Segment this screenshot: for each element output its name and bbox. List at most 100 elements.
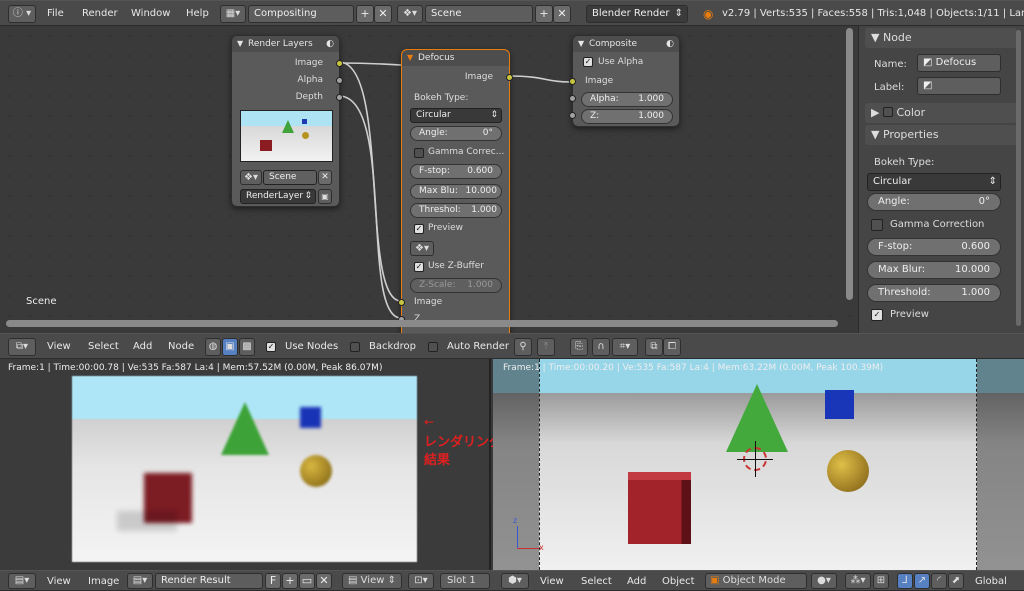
view3d-menu-object[interactable]: Object xyxy=(662,576,695,587)
color-checkbox[interactable] xyxy=(882,107,893,117)
shading-button[interactable]: ●▾ xyxy=(811,573,837,589)
add-scene-button[interactable]: + xyxy=(535,5,553,23)
use-nodes-checkbox[interactable]: ✓ xyxy=(266,342,276,352)
shader-tree-button[interactable]: ◍ xyxy=(205,338,221,356)
socket-composite-z-in[interactable] xyxy=(569,112,576,119)
scene-select-button[interactable]: ❖▾ xyxy=(397,5,423,23)
translate-button[interactable]: ↗ xyxy=(914,573,930,589)
image-editor[interactable]: Frame:1 | Time:00:00.78 | Ve:535 Fa:587 … xyxy=(0,359,502,570)
menu-help[interactable]: Help xyxy=(186,8,209,19)
add-screen-button[interactable]: + xyxy=(356,5,374,23)
scene-name-field[interactable]: Scene xyxy=(425,5,533,23)
socket-alpha-out[interactable] xyxy=(336,77,343,84)
orientation-label[interactable]: Global xyxy=(975,576,1007,587)
fake-user-button[interactable]: F xyxy=(265,573,281,589)
auto-render-checkbox[interactable] xyxy=(428,342,438,352)
scale-button[interactable]: ⬈ xyxy=(948,573,964,589)
scene-icon-button[interactable]: ❖▾ xyxy=(240,170,262,185)
vertical-scrollbar[interactable] xyxy=(846,28,853,300)
socket-image-out[interactable] xyxy=(336,60,343,67)
side-angle-field[interactable]: Angle: 0° xyxy=(867,193,1001,211)
color-panel-header[interactable]: ▶ Color xyxy=(865,103,1017,123)
image-menu-image[interactable]: Image xyxy=(88,576,119,587)
slot-select[interactable]: Slot 1 xyxy=(440,573,490,589)
side-gamma-checkbox[interactable] xyxy=(871,219,883,231)
menu-window[interactable]: Window xyxy=(131,8,170,19)
defocus-header[interactable]: ▼ Defocus xyxy=(402,50,509,66)
composite-alpha-field[interactable]: Alpha: 1.000 xyxy=(581,92,673,107)
side-threshold-field[interactable]: Threshold: 1.000 xyxy=(867,284,1001,302)
use-alpha-checkbox[interactable]: ✓ xyxy=(583,57,593,67)
render-layer-select[interactable]: RenderLayer ⇕ xyxy=(240,189,316,204)
node-label-field[interactable]: ◩ xyxy=(917,77,1001,95)
sidebar-scrollbar[interactable] xyxy=(1016,30,1021,326)
compositing-tree-button[interactable]: ▣ xyxy=(222,338,238,356)
render-layers-node[interactable]: ▼ Render Layers ◐ Image Alpha Depth ❖▾ Sce… xyxy=(231,35,343,207)
composite-z-field[interactable]: Z: 1.000 xyxy=(581,109,673,124)
mode-select[interactable]: ▣ Object Mode xyxy=(705,573,807,589)
render-button[interactable]: ▣ xyxy=(318,189,332,204)
3d-viewport[interactable]: Frame:1 | Time:00:00.20 | Ve:535 Fa:587 … xyxy=(493,359,1024,570)
manipulator-button[interactable]: ⅃ xyxy=(897,573,913,589)
parent-tree-button[interactable]: ⤒ xyxy=(537,338,555,356)
bokeh-type-select[interactable]: Circular ⇕ xyxy=(410,108,502,123)
unlink-image-button[interactable]: ✕ xyxy=(316,573,332,589)
gamma-checkbox[interactable] xyxy=(414,148,424,158)
image-name-field[interactable]: Render Result xyxy=(155,573,263,589)
menu-file[interactable]: File xyxy=(47,8,64,19)
image-menu-view[interactable]: View xyxy=(47,576,71,587)
socket-defocus-image-in[interactable] xyxy=(398,299,405,306)
remove-screen-button[interactable]: ✕ xyxy=(374,5,392,23)
node-menu-add[interactable]: Add xyxy=(133,341,152,352)
max-blur-field[interactable]: Max Blu: 10.000 xyxy=(410,184,502,199)
view3d-type-button[interactable]: ⬢▾ xyxy=(501,573,529,589)
editor-type-button[interactable]: ⧉▾ xyxy=(8,338,36,356)
threshold-field[interactable]: Threshol: 1.000 xyxy=(410,203,502,218)
composite-node[interactable]: ▼ Composite ◐ ✓ Use Alpha Image Alpha: 1.00… xyxy=(569,35,680,127)
view3d-menu-add[interactable]: Add xyxy=(627,576,646,587)
view-select[interactable]: ▤ View ⇕ xyxy=(342,573,402,589)
zscale-field[interactable]: Z-Scale: 1.000 xyxy=(410,278,502,293)
horizontal-scrollbar[interactable] xyxy=(6,320,838,327)
rotate-button[interactable]: ◜ xyxy=(931,573,947,589)
socket-defocus-out[interactable] xyxy=(506,74,513,81)
side-fstop-field[interactable]: F-stop: 0.600 xyxy=(867,238,1001,256)
pivot-button[interactable]: ⊡▾ xyxy=(408,573,434,589)
node-editor[interactable]: ▼ Render Layers ◐ Image Alpha Depth ❖▾ Sce… xyxy=(0,26,858,333)
render-layers-header[interactable]: ▼ Render Layers ◐ xyxy=(232,36,339,52)
side-preview-checkbox[interactable]: ✓ xyxy=(871,309,883,321)
clipboard-button[interactable]: ⧠ xyxy=(663,338,681,356)
defocus-node[interactable]: ▼ Defocus Image Bokeh Type: Circular ⇕ Ang… xyxy=(398,49,513,333)
node-name-field[interactable]: ◩ Defocus xyxy=(917,54,1001,72)
scene-link-button[interactable]: ❖▾ xyxy=(410,241,434,256)
info-editor-button[interactable]: ⓘ ▾ xyxy=(8,5,36,23)
side-maxblur-field[interactable]: Max Blur: 10.000 xyxy=(867,261,1001,279)
pivot-point-button[interactable]: ⁂▾ xyxy=(845,573,871,589)
open-image-button[interactable]: ▭ xyxy=(299,573,315,589)
new-image-button[interactable]: + xyxy=(282,573,298,589)
angle-field[interactable]: Angle: 0° xyxy=(410,126,502,141)
copy-nodes-button[interactable]: ⎘ xyxy=(570,338,588,356)
rl-scene-field[interactable]: Scene xyxy=(263,170,317,185)
properties-panel-header[interactable]: ▼ Properties xyxy=(865,125,1017,145)
backdrop-checkbox[interactable] xyxy=(350,342,360,352)
socket-depth-out[interactable] xyxy=(336,94,343,101)
menu-render[interactable]: Render xyxy=(82,8,118,19)
node-menu-node[interactable]: Node xyxy=(168,341,194,352)
node-menu-view[interactable]: View xyxy=(47,341,71,352)
view3d-menu-select[interactable]: Select xyxy=(581,576,612,587)
composite-header[interactable]: ▼ Composite ◐ xyxy=(573,36,679,52)
paste-nodes-button[interactable]: ⧉ xyxy=(645,338,663,356)
texture-tree-button[interactable]: ▩ xyxy=(239,338,255,356)
screen-name-field[interactable]: Compositing xyxy=(248,5,354,23)
view3d-menu-view[interactable]: View xyxy=(540,576,564,587)
rl-scene-clear-button[interactable]: ✕ xyxy=(318,170,332,185)
pin-button[interactable]: ⚲ xyxy=(514,338,532,356)
preview-checkbox[interactable]: ✓ xyxy=(414,224,424,234)
remove-scene-button[interactable]: ✕ xyxy=(553,5,571,23)
snap-element-button[interactable]: ⌗▾ xyxy=(612,338,638,356)
image-browse-button[interactable]: ▤▾ xyxy=(127,573,153,589)
snap-toggle-button[interactable]: ∩ xyxy=(592,338,610,356)
side-bokeh-select[interactable]: Circular ⇕ xyxy=(867,173,1001,191)
image-editor-type-button[interactable]: ▤▾ xyxy=(8,573,36,589)
